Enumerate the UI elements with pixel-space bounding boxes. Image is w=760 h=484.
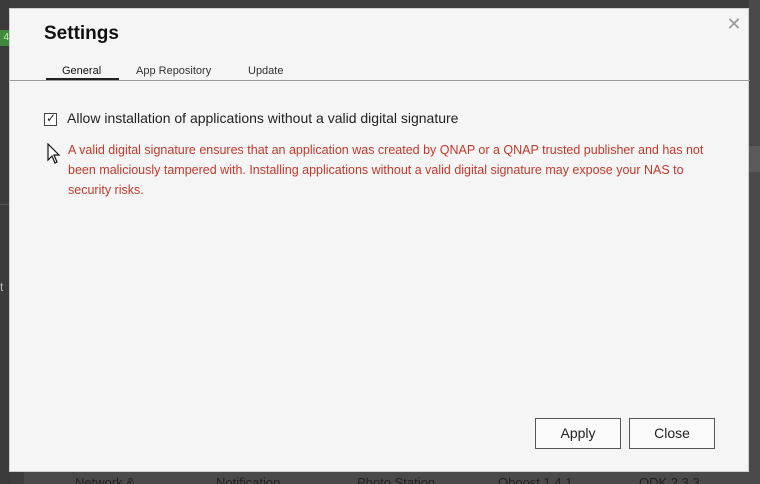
allow-unsigned-label[interactable]: Allow installation of applications witho…: [67, 110, 458, 126]
background-status-badge: 4: [0, 30, 9, 46]
tab-general[interactable]: General: [62, 65, 101, 77]
background-app-item: Photo Station: [357, 475, 436, 484]
close-icon[interactable]: ✕: [725, 15, 743, 33]
active-tab-indicator: [46, 78, 119, 80]
background-app-item: Network &: [75, 475, 135, 484]
background-app-item: Qboost 1.4.1: [498, 475, 573, 484]
background-app-item: Notification: [216, 475, 281, 484]
dialog-title: Settings: [44, 23, 119, 44]
apply-button[interactable]: Apply: [535, 418, 621, 449]
allow-unsigned-checkbox[interactable]: ✓: [44, 111, 57, 126]
background-app-item: QDK 2.3.3: [639, 475, 700, 484]
mouse-cursor-icon: [47, 143, 61, 164]
background-app-list: Network & Notification Photo Station Qbo…: [24, 472, 760, 484]
background-right-panel: [749, 0, 760, 484]
background-header-band: [749, 146, 760, 172]
tab-bar: General App Repository Update: [10, 61, 750, 81]
background-text-fragment: t: [0, 280, 4, 294]
settings-dialog: Settings ✕ General App Repository Update…: [9, 8, 750, 472]
tab-update[interactable]: Update: [248, 65, 283, 77]
close-button[interactable]: Close: [629, 418, 715, 449]
checkmark-icon: ✓: [46, 111, 57, 125]
signature-warning-text: A valid digital signature ensures that a…: [68, 143, 704, 197]
tab-app-repository[interactable]: App Repository: [136, 65, 211, 77]
